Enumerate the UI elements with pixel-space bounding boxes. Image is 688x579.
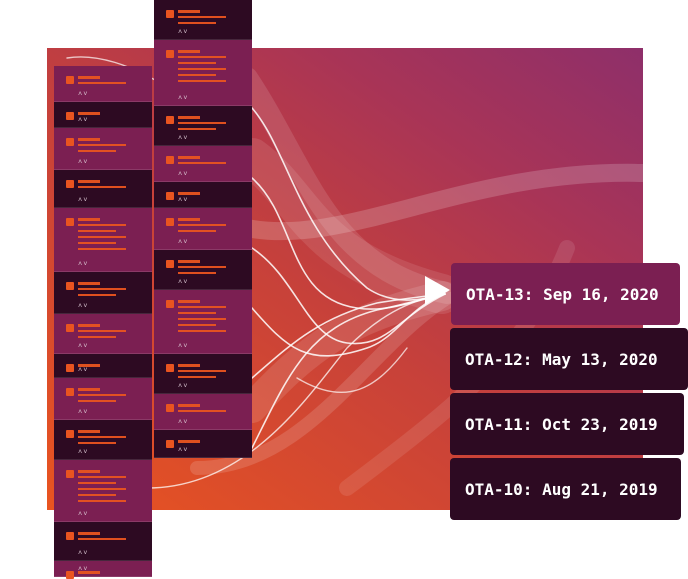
expand-collapse-icon[interactable]: ˄˅ xyxy=(178,383,188,390)
update-card: ˄˅ xyxy=(54,561,152,579)
update-card: ˄˅ xyxy=(154,40,252,106)
ota-item[interactable]: OTA-11: Oct 23, 2019 xyxy=(450,393,684,455)
app-icon xyxy=(66,532,74,540)
ota-item[interactable]: OTA-12: May 13, 2020 xyxy=(450,328,688,390)
expand-collapse-icon[interactable]: ˄˅ xyxy=(78,91,88,98)
expand-collapse-icon[interactable]: ˄˅ xyxy=(178,419,188,426)
expand-collapse-icon[interactable]: ˄˅ xyxy=(178,343,188,350)
update-card: ˄˅ xyxy=(54,128,152,170)
expand-collapse-icon[interactable]: ˄˅ xyxy=(78,197,88,204)
app-icon xyxy=(66,571,74,579)
ota-label: OTA-13: Sep 16, 2020 xyxy=(466,284,659,304)
update-card: ˄˅ xyxy=(154,106,252,146)
app-icon xyxy=(66,112,74,120)
expand-collapse-icon[interactable]: ˄˅ xyxy=(178,447,188,454)
expand-collapse-icon[interactable]: ˄˅ xyxy=(78,449,88,456)
app-icon xyxy=(166,260,174,268)
expand-collapse-icon[interactable]: ˄˅ xyxy=(78,261,88,268)
update-list-column-left: ˄˅ ˄˅ ˄˅ ˄˅ ˄˅ ˄˅ ˄˅ ˄˅ ˄˅ ˄˅ ˄˅ ˄˅ ˄˅ xyxy=(54,66,152,579)
expand-collapse-icon[interactable]: ˄˅ xyxy=(78,343,88,350)
expand-collapse-icon[interactable]: ˄˅ xyxy=(178,171,188,178)
expand-collapse-icon[interactable]: ˄˅ xyxy=(78,566,88,573)
update-card: ˄˅ xyxy=(154,146,252,182)
update-list-column-right: ˄˅ ˄˅ ˄˅ ˄˅ ˄˅ ˄˅ ˄˅ ˄˅ ˄˅ ˄˅ ˄˅ xyxy=(154,0,252,458)
update-card: ˄˅ xyxy=(154,250,252,290)
expand-collapse-icon[interactable]: ˄˅ xyxy=(178,29,188,36)
update-card: ˄˅ xyxy=(54,354,152,378)
expand-collapse-icon[interactable]: ˄˅ xyxy=(78,409,88,416)
app-icon xyxy=(166,156,174,164)
app-icon xyxy=(66,138,74,146)
app-icon xyxy=(166,440,174,448)
expand-collapse-icon[interactable]: ˄˅ xyxy=(78,117,88,124)
app-icon xyxy=(66,324,74,332)
app-icon xyxy=(66,388,74,396)
expand-collapse-icon[interactable]: ˄˅ xyxy=(78,367,88,374)
expand-collapse-icon[interactable]: ˄˅ xyxy=(178,197,188,204)
update-card: ˄˅ xyxy=(154,208,252,250)
app-icon xyxy=(66,218,74,226)
app-icon xyxy=(166,364,174,372)
app-icon xyxy=(66,180,74,188)
update-card: ˄˅ xyxy=(154,354,252,394)
ota-label: OTA-12: May 13, 2020 xyxy=(465,349,658,369)
update-card: ˄˅ xyxy=(54,170,152,208)
app-icon xyxy=(166,218,174,226)
update-card: ˄˅ xyxy=(154,290,252,354)
app-icon xyxy=(166,192,174,200)
app-icon xyxy=(166,116,174,124)
expand-collapse-icon[interactable]: ˄˅ xyxy=(78,303,88,310)
app-icon xyxy=(166,10,174,18)
app-icon xyxy=(166,300,174,308)
update-card: ˄˅ xyxy=(54,460,152,522)
update-card: ˄˅ xyxy=(154,394,252,430)
app-icon xyxy=(66,364,74,372)
expand-collapse-icon[interactable]: ˄˅ xyxy=(78,159,88,166)
app-icon xyxy=(66,282,74,290)
expand-collapse-icon[interactable]: ˄˅ xyxy=(178,239,188,246)
ota-label: OTA-11: Oct 23, 2019 xyxy=(465,414,658,434)
update-card: ˄˅ xyxy=(54,66,152,102)
app-icon xyxy=(166,50,174,58)
update-card: ˄˅ xyxy=(54,272,152,314)
update-card: ˄˅ xyxy=(54,420,152,460)
ota-label: OTA-10: Aug 21, 2019 xyxy=(465,479,658,499)
update-card: ˄˅ xyxy=(54,208,152,272)
expand-collapse-icon[interactable]: ˄˅ xyxy=(178,95,188,102)
ota-item[interactable]: OTA-10: Aug 21, 2019 xyxy=(450,458,681,520)
expand-collapse-icon[interactable]: ˄˅ xyxy=(178,279,188,286)
update-card: ˄˅ xyxy=(154,0,252,40)
update-card: ˄˅ xyxy=(154,182,252,208)
app-icon xyxy=(166,404,174,412)
expand-collapse-icon[interactable]: ˄˅ xyxy=(78,550,88,557)
expand-collapse-icon[interactable]: ˄˅ xyxy=(178,135,188,142)
update-card: ˄˅ xyxy=(54,522,152,561)
expand-collapse-icon[interactable]: ˄˅ xyxy=(78,511,88,518)
update-card: ˄˅ xyxy=(154,430,252,458)
app-icon xyxy=(66,470,74,478)
update-card: ˄˅ xyxy=(54,314,152,354)
app-icon xyxy=(66,76,74,84)
update-card: ˄˅ xyxy=(54,102,152,128)
app-icon xyxy=(66,430,74,438)
update-card: ˄˅ xyxy=(54,378,152,420)
ota-item[interactable]: OTA-13: Sep 16, 2020 xyxy=(451,263,680,325)
